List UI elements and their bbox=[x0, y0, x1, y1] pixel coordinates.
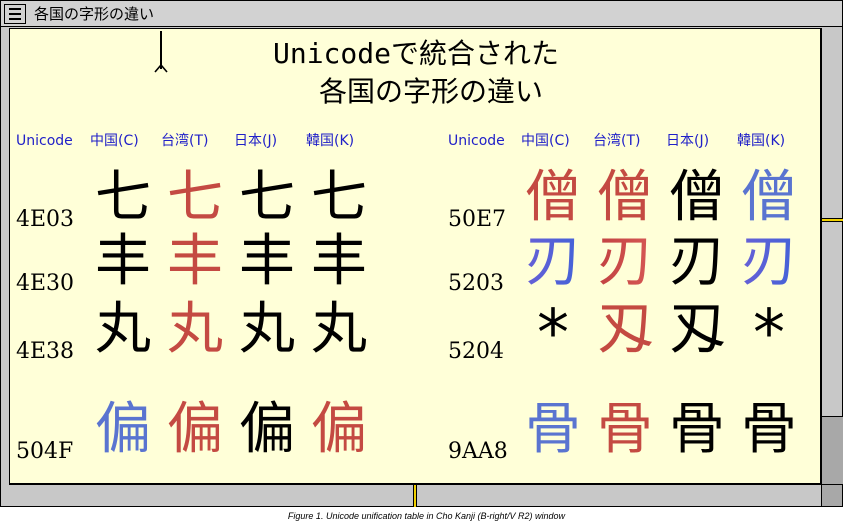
title-bar[interactable]: 各国の字形の違い bbox=[1, 1, 842, 27]
right-header-korea: 韓国(K) bbox=[737, 133, 786, 149]
right-glyph-cell: 骨 bbox=[597, 397, 653, 462]
horizontal-scroll-position-marker[interactable] bbox=[413, 485, 417, 507]
left-header-korea: 韓国(K) bbox=[306, 133, 355, 149]
vertical-scroll-position-marker[interactable] bbox=[822, 218, 843, 222]
left-glyph-cell: 偏 bbox=[311, 397, 367, 462]
window-title: 各国の字形の違い bbox=[34, 5, 155, 23]
right-header-japan: 日本(J) bbox=[666, 133, 710, 149]
heading-line-2: 各国の字形の違い bbox=[318, 75, 543, 108]
right-glyph-cell: 刄 bbox=[597, 297, 653, 362]
left-header-japan: 日本(J) bbox=[234, 133, 278, 149]
right-glyph-cell: 僧 bbox=[525, 165, 581, 230]
document-area[interactable]: Unicodeで統合された 各国の字形の違い Unicode 中国(C) 台湾(… bbox=[9, 28, 821, 484]
vertical-scrollbar[interactable] bbox=[821, 28, 843, 484]
app-window: 各国の字形の違い Unicodeで統合された 各国の字形の違い Unicode … bbox=[0, 0, 843, 507]
window-menu-icon[interactable] bbox=[4, 4, 26, 24]
right-row-code: 5203 bbox=[448, 271, 504, 296]
right-glyph-cell: 骨 bbox=[525, 397, 581, 462]
left-row-code: 504F bbox=[16, 439, 74, 464]
heading-line-1: Unicodeで統合された bbox=[272, 37, 559, 70]
right-row-code: 9AA8 bbox=[448, 439, 508, 464]
left-header-unicode: Unicode bbox=[16, 133, 73, 149]
page-heading: Unicodeで統合された 各国の字形の違い bbox=[10, 35, 820, 111]
left-glyph-cell: 偏 bbox=[95, 397, 151, 462]
left-row-code: 4E38 bbox=[16, 339, 75, 364]
left-glyph-cell: 丸 bbox=[239, 297, 295, 362]
right-glyph-cell: * bbox=[753, 297, 785, 371]
right-glyph-cell: 刃 bbox=[520, 229, 586, 295]
right-glyph-cell: 刄 bbox=[669, 297, 725, 362]
left-glyph-cell: 丰 bbox=[167, 229, 223, 294]
right-glyph-cell: 刃 bbox=[592, 229, 658, 295]
right-header-unicode: Unicode bbox=[448, 133, 505, 149]
right-glyph-cell: 刃 bbox=[669, 229, 725, 294]
left-glyph-cell: 偏 bbox=[167, 397, 223, 462]
left-glyph-cell: 丸 bbox=[95, 297, 151, 362]
left-row-code: 4E30 bbox=[16, 271, 75, 296]
left-glyph-cell: 偏 bbox=[239, 397, 295, 462]
left-glyph-cell: 七 bbox=[95, 165, 151, 230]
right-glyph-cell: 僧 bbox=[741, 165, 797, 230]
right-header-china: 中国(C) bbox=[521, 133, 570, 149]
left-glyph-cell: 七 bbox=[239, 165, 295, 230]
right-glyph-cell: * bbox=[537, 297, 569, 371]
left-glyph-cell: 七 bbox=[167, 165, 223, 230]
right-header-taiwan: 台湾(T) bbox=[593, 133, 641, 149]
left-row-code: 4E03 bbox=[16, 207, 75, 232]
left-glyph-cell: 丸 bbox=[167, 297, 223, 362]
resize-corner[interactable] bbox=[821, 484, 842, 506]
figure-caption: Figure 1. Unicode unification table in C… bbox=[287, 511, 566, 521]
left-glyph-cell: 七 bbox=[311, 165, 367, 230]
right-row-code: 5204 bbox=[448, 339, 504, 364]
right-glyph-cell: 僧 bbox=[597, 165, 653, 230]
left-glyph-cell: 丰 bbox=[95, 229, 151, 294]
left-header-taiwan: 台湾(T) bbox=[161, 133, 209, 149]
right-glyph-cell: 骨 bbox=[741, 397, 797, 462]
right-glyph-cell: 骨 bbox=[669, 397, 725, 462]
right-glyph-cell: 刃 bbox=[736, 229, 802, 295]
horizontal-scrollbar[interactable] bbox=[9, 484, 821, 507]
left-glyph-cell: 丰 bbox=[239, 229, 295, 294]
left-glyph-cell: 丰 bbox=[311, 229, 367, 294]
left-glyph-cell: 丸 bbox=[311, 297, 367, 362]
left-header-china: 中国(C) bbox=[90, 133, 139, 149]
right-glyph-cell: 僧 bbox=[669, 165, 725, 230]
vertical-scroll-thumb[interactable] bbox=[822, 416, 843, 484]
right-row-code: 50E7 bbox=[448, 207, 507, 232]
